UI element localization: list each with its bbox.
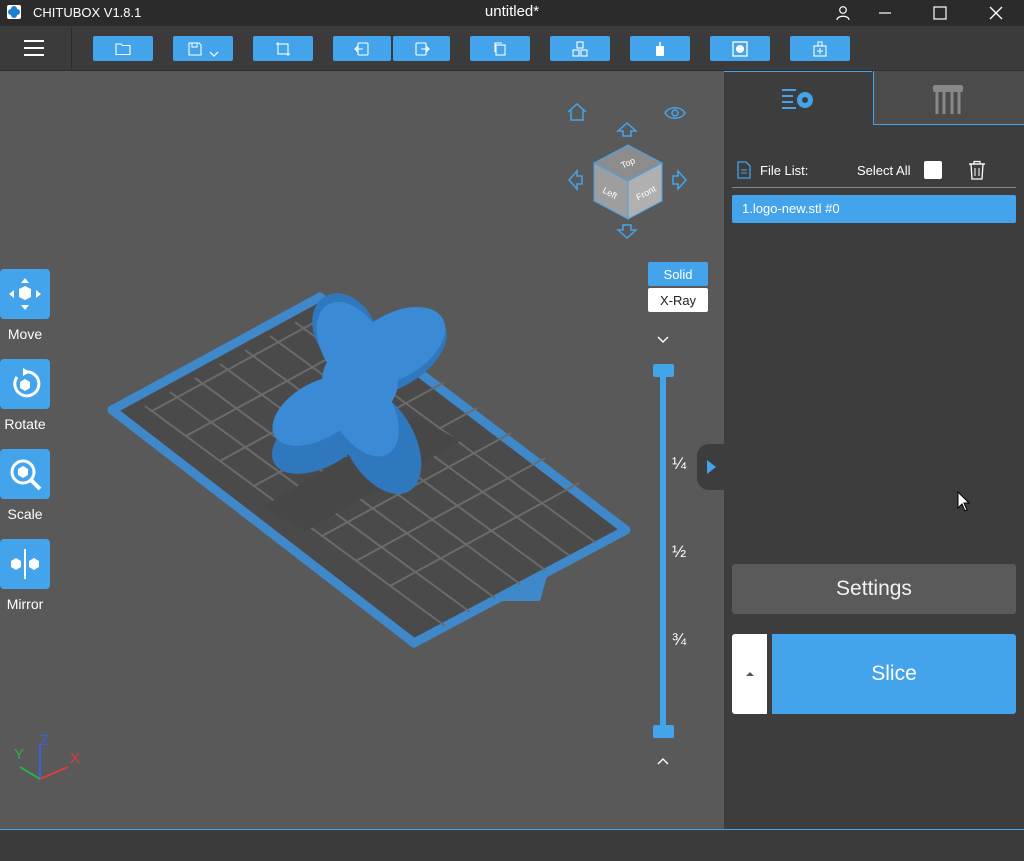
tab-model-settings[interactable] — [724, 71, 872, 126]
eye-icon — [664, 107, 686, 119]
move-tool-label: Move — [7, 326, 43, 342]
chevron-down-icon — [209, 51, 219, 57]
slice-options-button[interactable] — [732, 634, 767, 714]
close-button[interactable] — [973, 0, 1019, 26]
select-all-label: Select All — [857, 163, 911, 178]
arrow-down-icon — [616, 224, 638, 240]
arrow-up-icon — [616, 121, 638, 137]
visibility-button[interactable] — [664, 104, 686, 122]
close-icon — [989, 6, 1003, 20]
x-axis-label: X — [70, 750, 80, 767]
triangle-up-icon — [745, 672, 754, 676]
move-tool-button[interactable] — [0, 269, 50, 319]
arrange-button[interactable] — [550, 36, 610, 61]
undo-icon — [354, 41, 369, 56]
slider-mark-half: ½ — [672, 542, 687, 561]
menu-button[interactable] — [22, 38, 46, 58]
home-icon — [567, 102, 587, 121]
tab-supports[interactable] — [873, 71, 1024, 125]
file-list-icon — [737, 161, 751, 179]
dig-hole-icon — [813, 41, 827, 57]
user-icon — [836, 6, 850, 21]
right-panel: File List: Select All 1.logo-new.stl #0 … — [724, 71, 1024, 829]
slider-collapse-button[interactable] — [655, 333, 671, 345]
rotate-view-down-button[interactable] — [616, 224, 638, 240]
rotate-tool-label: Rotate — [4, 416, 46, 432]
mouse-cursor-icon — [957, 491, 971, 512]
layer-slider-top-handle[interactable] — [653, 364, 674, 377]
scale-icon — [10, 459, 42, 491]
layer-slider-bottom-handle[interactable] — [653, 725, 674, 738]
arrow-right-icon — [672, 169, 688, 191]
support-table-icon — [933, 85, 963, 114]
copy-icon — [494, 41, 506, 56]
axis-gizmo: Z X Y — [14, 732, 80, 780]
maximize-icon — [933, 6, 947, 20]
z-axis-label: Z — [40, 732, 49, 749]
slider-mark-three-quarter: ¾ — [672, 630, 687, 649]
dig-hole-button[interactable] — [790, 36, 850, 61]
status-bar — [0, 829, 1024, 861]
file-list-item[interactable]: 1.logo-new.stl #0 — [732, 195, 1016, 223]
minimize-icon — [879, 12, 891, 14]
open-file-icon — [115, 42, 131, 55]
home-view-button[interactable] — [566, 101, 588, 123]
rotate-tool-button[interactable] — [0, 359, 50, 409]
support-button[interactable] — [630, 36, 690, 61]
support-icon — [656, 41, 664, 56]
layer-slider-track[interactable] — [660, 371, 666, 731]
scale-tool-label: Scale — [7, 506, 43, 522]
toolbar — [0, 26, 1024, 71]
rotate-view-right-button[interactable] — [672, 169, 688, 191]
redo-button[interactable] — [393, 36, 450, 61]
toolbar-separator — [71, 28, 72, 68]
slider-mark-quarter: ¼ — [672, 454, 687, 473]
3d-viewport[interactable]: Top Front Left Solid X-Ray ¼ ½ ¾ Move Ro… — [0, 71, 724, 829]
scale-tool-button[interactable] — [0, 449, 50, 499]
title-bar: CHITUBOX V1.8.1 untitled* — [0, 0, 1024, 26]
settings-button[interactable]: Settings — [732, 564, 1016, 614]
arrow-left-icon — [567, 169, 583, 191]
hollow-button[interactable] — [710, 36, 770, 61]
mirror-tool-label: Mirror — [6, 596, 44, 612]
rotate-view-left-button[interactable] — [567, 169, 583, 191]
file-list-divider — [732, 187, 1016, 188]
open-file-button[interactable] — [93, 36, 153, 61]
undo-button[interactable] — [333, 36, 391, 61]
delete-button[interactable] — [968, 160, 986, 180]
screenshot-icon — [276, 41, 290, 56]
chevron-up-icon — [657, 758, 669, 765]
arrange-icon — [572, 40, 588, 57]
maximize-button[interactable] — [917, 0, 963, 26]
panel-toggle-button[interactable] — [697, 444, 724, 490]
view-cube[interactable]: Top Front Left — [590, 141, 666, 221]
hollow-icon — [732, 40, 748, 57]
account-button[interactable] — [820, 0, 866, 26]
save-icon — [188, 41, 202, 56]
mirror-tool-button[interactable] — [0, 539, 50, 589]
file-list-label: File List: — [760, 163, 809, 178]
trash-icon — [969, 160, 985, 180]
chevron-down-icon — [657, 336, 669, 343]
y-axis-label: Y — [14, 746, 24, 763]
move-icon — [9, 278, 41, 310]
solid-mode-button[interactable]: Solid — [648, 262, 708, 286]
xray-mode-button[interactable]: X-Ray — [648, 288, 708, 312]
save-button[interactable] — [173, 36, 233, 61]
slice-button[interactable]: Slice — [772, 634, 1016, 714]
minimize-button[interactable] — [862, 0, 908, 26]
list-settings-icon — [782, 89, 813, 109]
rotate-icon — [13, 368, 41, 398]
mirror-icon — [11, 549, 39, 579]
hamburger-icon — [24, 40, 44, 56]
slider-expand-button[interactable] — [655, 754, 671, 766]
screenshot-button[interactable] — [253, 36, 313, 61]
rotate-view-up-button[interactable] — [616, 121, 638, 137]
redo-icon — [414, 41, 430, 56]
triangle-right-icon — [706, 460, 716, 474]
select-all-checkbox[interactable] — [924, 161, 942, 179]
copy-button[interactable] — [470, 36, 530, 61]
